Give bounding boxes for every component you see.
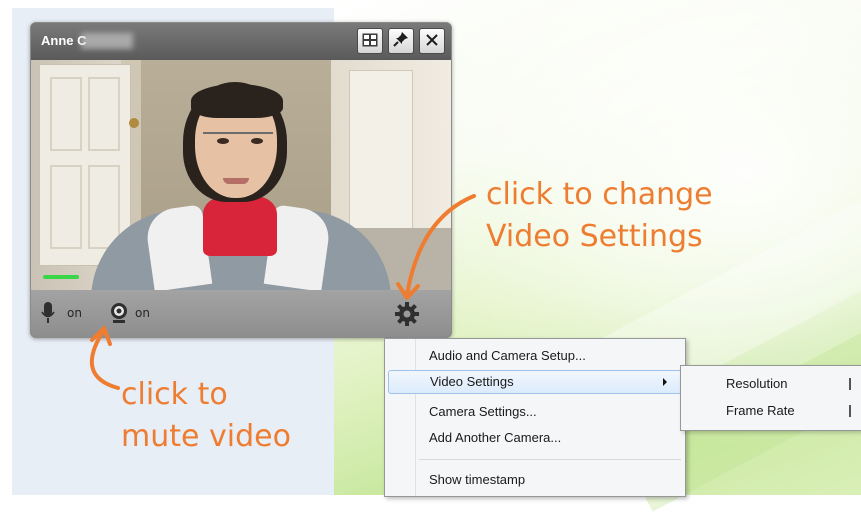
video-settings-submenu: Resolution Frame Rate: [680, 365, 861, 431]
menu-separator: [419, 459, 681, 460]
submenu-item-resolution[interactable]: Resolution: [681, 372, 861, 396]
menu-item-show-timestamp[interactable]: Show timestamp: [388, 468, 682, 492]
menu-item-add-another-camera[interactable]: Add Another Camera...: [388, 426, 682, 450]
submenu-item-resolution-arrow-icon: [849, 378, 857, 390]
menu-item-video-settings[interactable]: Video Settings: [388, 370, 682, 394]
submenu-arrow-icon: [663, 378, 667, 386]
submenu-item-frame-rate-arrow-icon: [849, 405, 857, 417]
mute-annotation: click to mute video: [121, 377, 291, 454]
settings-context-menu: Audio and Camera Setup... Video Settings…: [384, 338, 686, 497]
settings-arrow: [405, 194, 476, 297]
submenu-item-frame-rate[interactable]: Frame Rate: [681, 399, 861, 423]
menu-item-audio-camera-setup[interactable]: Audio and Camera Setup...: [388, 344, 682, 368]
menu-item-camera-settings[interactable]: Camera Settings...: [388, 400, 682, 424]
settings-annotation: click to change Video Settings: [486, 177, 713, 254]
